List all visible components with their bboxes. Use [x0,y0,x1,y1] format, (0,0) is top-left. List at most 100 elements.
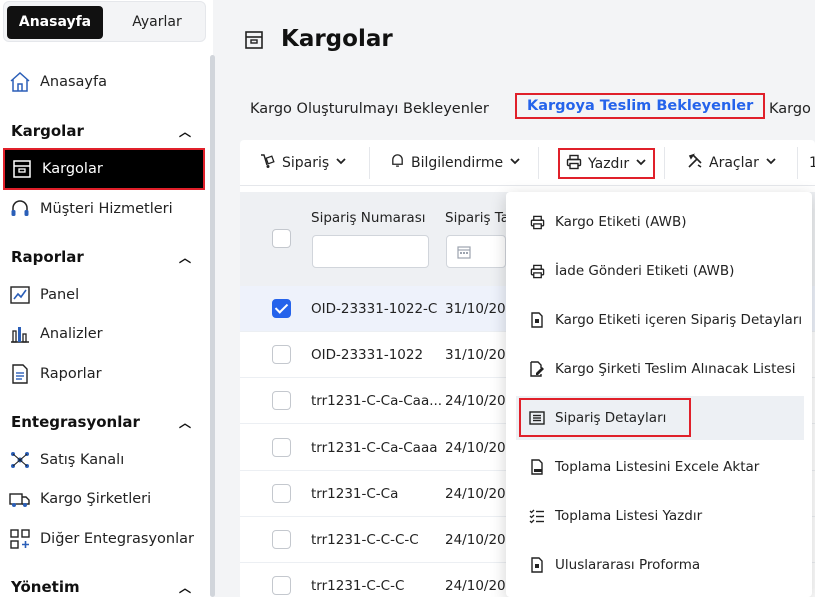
document-edit-icon [528,360,546,378]
doc-file-icon [528,458,546,476]
sidebar-item-label: Satış Kanalı [40,452,125,468]
truck-icon [9,488,31,510]
menu-item-siparis-detaylari[interactable]: Sipariş Detayları [516,396,804,440]
order-date-cell: 24/10/202 [445,532,505,548]
tools-button[interactable]: Araçlar [687,140,777,185]
sidebar-item-label: Kargolar [42,161,103,177]
row-checkbox[interactable] [272,345,291,365]
sidebar-item-label: Panel [40,287,80,303]
tab-kargo[interactable]: Kargo [769,101,811,117]
column-header-order-date[interactable]: Sipariş Ta [445,210,509,226]
list-box-icon [528,409,546,427]
order-id-cell: trr1231-C-C-C-C [311,532,419,548]
menu-item-uluslararasi-proforma[interactable]: Uluslararası Proforma [516,543,804,587]
toolbar-divider [369,147,370,179]
row-checkbox[interactable] [272,299,291,318]
order-no-filter-input[interactable] [312,235,429,268]
section-header-kargolar[interactable]: Kargolar ︿ [11,122,191,140]
sidebar-item-kargo-sirketleri[interactable]: Kargo Şirketleri [0,480,205,518]
sidebar-item-label: Diğer Entegrasyonlar [40,531,194,547]
order-date-cell: 24/10/202 [445,578,505,595]
tab-ayarlar[interactable]: Ayarlar [109,6,205,39]
order-date-filter-input[interactable] [446,235,506,268]
section-header-raporlar[interactable]: Raporlar ︿ [11,248,191,266]
hand-truck-icon [260,153,276,173]
tab-kargoya-teslim-bekleyenler[interactable]: Kargoya Teslim Bekleyenler [515,93,766,119]
sidebar-item-label: Analizler [40,326,103,342]
order-id-cell: trr1231-C-C-C [311,578,405,595]
printer-icon [528,262,546,280]
home-icon [9,71,31,93]
toolbar-divider [797,147,798,179]
chevron-down-icon [635,156,647,172]
row-checkbox[interactable] [272,483,291,503]
top-tab-bar: Anasayfa Ayarlar [3,1,206,42]
sidebar-item-diger-entegrasyonlar[interactable]: Diğer Entegrasyonlar [0,520,205,558]
document-icon [528,556,546,574]
menu-item-toplama-listesi-yazdir[interactable]: Toplama Listesi Yazdır [516,494,804,538]
tab-kargo-olusturulmayi-bekleyenler[interactable]: Kargo Oluşturulmayı Bekleyenler [250,101,489,117]
chevron-up-icon: ︿ [178,580,191,595]
order-date-cell: 24/10/202 [445,393,505,410]
toolbar-extra[interactable]: 1 [809,140,815,185]
tab-bar: Kargo Oluşturulmayı Bekleyenler Kargoya … [240,0,815,140]
order-id-cell: trr1231-C-Ca-Caa... [311,393,443,410]
sidebar-item-anasayfa[interactable]: Anasayfa [0,63,205,101]
menu-item-teslim-alinacak-listesi[interactable]: Kargo Şirketi Teslim Alınacak Listesi [516,347,804,391]
printer-icon [566,154,582,174]
notification-button[interactable]: Bilgilendirme [390,140,521,185]
section-header-entegrasyonlar[interactable]: Entegrasyonlar ︿ [11,413,191,431]
print-button[interactable]: Yazdır [558,148,656,179]
order-id-cell: OID-23331-1022-C [311,301,438,317]
sidebar-item-label: Raporlar [40,366,102,382]
menu-item-kargo-etiketi-siparis-detaylari[interactable]: Kargo Etiketi içeren Sipariş Detayları [516,298,804,342]
row-checkbox[interactable] [272,391,291,411]
chevron-up-icon: ︿ [178,124,191,139]
toolbar-divider-line [240,185,815,186]
printer-icon [528,213,546,231]
chevron-up-icon: ︿ [178,415,191,430]
section-header-yonetim[interactable]: Yönetim ︿ [11,578,191,596]
chevron-down-icon [765,155,777,171]
column-header-order-no[interactable]: Sipariş Numarası [311,210,425,226]
row-checkbox[interactable] [272,576,291,596]
order-date-cell: 31/10/202 [445,301,505,317]
menu-item-toplama-listesi-excel[interactable]: Toplama Listesini Excele Aktar [516,445,804,489]
sidebar-item-label: Anasayfa [40,74,108,90]
headset-icon [9,198,31,220]
sidebar-item-musteri-hizmetleri[interactable]: Müşteri Hizmetleri [0,190,205,228]
print-dropdown-menu: Kargo Etiketi (AWB) İade Gönderi Etiketi… [506,192,812,597]
sidebar-item-kargolar[interactable]: Kargolar [3,148,205,190]
order-id-cell: trr1231-C-Ca [311,485,399,502]
network-icon [9,449,31,471]
sidebar-item-raporlar[interactable]: Raporlar [0,355,205,393]
chevron-down-icon [335,155,347,171]
checklist-icon [528,507,546,525]
order-actions-button[interactable]: Sipariş [260,140,347,185]
bar-chart-icon [9,323,31,345]
tab-anasayfa[interactable]: Anasayfa [7,6,103,39]
calendar-icon [457,244,471,263]
bell-icon [390,153,405,172]
row-checkbox[interactable] [272,437,291,457]
toolbar-divider [664,147,665,179]
order-id-cell: trr1231-C-Ca-Caaa [311,439,438,456]
toolbar-divider [538,147,539,179]
sidebar-item-analizler[interactable]: Analizler [0,315,205,353]
menu-item-kargo-etiketi[interactable]: Kargo Etiketi (AWB) [516,200,804,244]
tools-icon [687,153,703,173]
sidebar-item-satis-kanali[interactable]: Satış Kanalı [0,441,205,479]
report-icon [9,363,31,385]
menu-item-iade-gonderi-etiketi[interactable]: İade Gönderi Etiketi (AWB) [516,249,804,293]
order-date-cell: 24/10/202 [445,485,505,502]
sidebar-item-label: Kargo Şirketleri [40,491,152,507]
select-all-checkbox[interactable] [272,229,291,248]
order-date-cell: 24/10/202 [445,439,505,456]
sidebar-item-panel[interactable]: Panel [0,276,205,314]
sidebar-item-label: Müşteri Hizmetleri [40,201,173,217]
chevron-down-icon [509,155,521,171]
document-icon [528,311,546,329]
archive-box-icon [11,158,33,180]
chevron-up-icon: ︿ [178,250,191,265]
row-checkbox[interactable] [272,530,291,549]
